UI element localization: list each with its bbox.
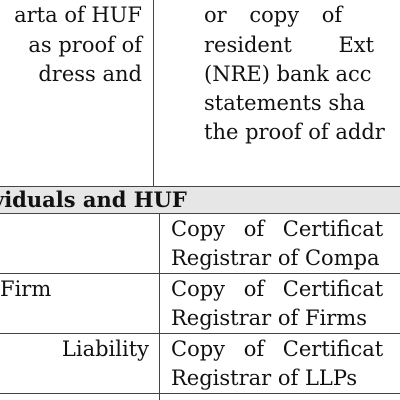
row-divider <box>0 393 400 394</box>
table-border <box>0 213 400 214</box>
cell-text-line: statements sha <box>204 91 366 115</box>
column-divider <box>159 213 160 400</box>
row-right-line: Copy of Certificat <box>171 277 384 301</box>
column-divider <box>153 0 154 187</box>
cell-text-line: resident Ext <box>204 33 375 57</box>
cell-text-line: (NRE) bank acc <box>204 62 372 86</box>
cell-text-line: the proof of addr <box>204 120 385 144</box>
row-divider <box>0 333 400 334</box>
cell-text-line: or copy of <box>204 3 343 27</box>
cell-text-line: arta of HUF <box>14 3 142 27</box>
row-left-line: Liability <box>61 337 149 361</box>
row-right-line: Registrar of Compa <box>171 246 380 270</box>
cell-text-line: dress and <box>38 62 142 86</box>
row-left-line: Firm <box>0 277 52 301</box>
section-title: viduals and HUF <box>0 187 187 212</box>
row-right-line: Copy of Certificat <box>171 337 384 361</box>
row-right-line: Registrar of Firms <box>171 306 367 330</box>
cell-text-line: as proof of <box>28 33 142 57</box>
row-right-line: Copy of Certificat <box>171 217 384 241</box>
row-divider <box>0 273 400 274</box>
row-right-line: Registrar of LLPs <box>171 366 358 390</box>
